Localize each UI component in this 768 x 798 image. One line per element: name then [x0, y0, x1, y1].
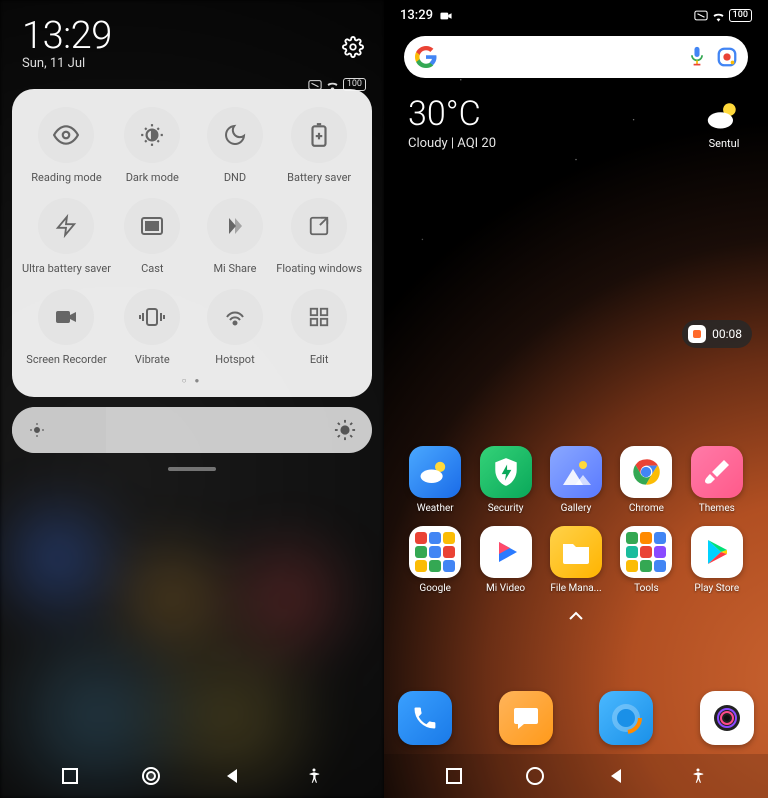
eye-icon [38, 107, 94, 163]
tile-floating-windows[interactable]: Floating windows [276, 198, 362, 275]
app-weather[interactable]: Weather [400, 446, 470, 514]
tile-vibrate[interactable]: Vibrate [111, 289, 194, 366]
tile-edit[interactable]: Edit [276, 289, 362, 366]
navigation-bar [0, 754, 384, 798]
status-time: 13:29 [400, 8, 433, 23]
tile-battery-saver[interactable]: Battery saver [276, 107, 362, 184]
app-chrome[interactable]: Chrome [611, 446, 681, 514]
tile-ultra-battery[interactable]: Ultra battery saver [22, 198, 111, 275]
dock-browser[interactable] [599, 691, 653, 745]
no-sim-icon [694, 10, 708, 21]
partly-cloudy-icon [706, 100, 742, 130]
nav-accessibility-button[interactable] [687, 765, 709, 787]
nav-back-button[interactable] [606, 765, 628, 787]
app-security[interactable]: Security [470, 446, 540, 514]
dock-camera[interactable] [700, 691, 754, 745]
moon-icon [207, 107, 263, 163]
window-icon [291, 198, 347, 254]
temperature: 30°C [408, 94, 744, 134]
quick-settings-panel: Reading mode Dark mode DND Battery saver… [12, 89, 372, 397]
voice-search-icon[interactable] [686, 46, 708, 68]
tile-mi-share[interactable]: Mi Share [194, 198, 277, 275]
wifi-icon [711, 10, 726, 22]
weather-widget[interactable]: 30°C Cloudy | AQI 20 Sentul [384, 78, 768, 151]
weather-location: Sentul [706, 100, 742, 150]
grid-icon [291, 289, 347, 345]
brightness-high-icon [334, 419, 356, 441]
tile-screen-recorder[interactable]: Screen Recorder [22, 289, 111, 366]
google-logo-icon [414, 45, 438, 69]
brush-icon [691, 446, 743, 498]
vibrate-icon [124, 289, 180, 345]
app-play-store[interactable]: Play Store [682, 526, 752, 594]
nav-recent-button[interactable] [59, 765, 81, 787]
app-tools-folder[interactable]: Tools [611, 526, 681, 594]
app-themes[interactable]: Themes [682, 446, 752, 514]
nav-accessibility-button[interactable] [303, 765, 325, 787]
bolt-icon [38, 198, 94, 254]
camcorder-icon [38, 289, 94, 345]
play-store-icon [691, 526, 743, 578]
app-file-manager[interactable]: File Mana... [541, 526, 611, 594]
google-lens-icon[interactable] [716, 46, 738, 68]
app-gallery[interactable]: Gallery [541, 446, 611, 514]
folder-icon [409, 526, 461, 578]
status-bar: 13:29 100 [384, 0, 768, 26]
nav-back-button[interactable] [222, 765, 244, 787]
weather-desc: Cloudy | AQI 20 [408, 136, 744, 151]
hotspot-icon [207, 289, 263, 345]
settings-gear-icon[interactable] [342, 36, 364, 62]
gallery-icon [550, 446, 602, 498]
dark-mode-icon [124, 107, 180, 163]
tile-cast[interactable]: Cast [111, 198, 194, 275]
shield-icon [480, 446, 532, 498]
chrome-icon [620, 446, 672, 498]
dock [384, 691, 768, 750]
tile-dnd[interactable]: DND [194, 107, 277, 184]
page-indicator[interactable]: ○ ● [22, 376, 362, 385]
stop-record-icon [688, 325, 706, 343]
dock-messages[interactable] [499, 691, 553, 745]
quick-settings-screen: 13:29 Sun, 11 Jul 100 Reading mode Dark … [0, 0, 384, 798]
cast-icon [124, 198, 180, 254]
clock-time[interactable]: 13:29 [22, 14, 362, 58]
nav-home-button[interactable] [140, 765, 162, 787]
rec-timer: 00:08 [712, 327, 742, 341]
nav-recent-button[interactable] [443, 765, 465, 787]
tile-reading-mode[interactable]: Reading mode [22, 107, 111, 184]
battery-icon: 100 [729, 9, 752, 22]
navigation-bar [384, 754, 768, 798]
brightness-fill [12, 407, 106, 453]
weather-app-icon [409, 446, 461, 498]
tile-dark-mode[interactable]: Dark mode [111, 107, 194, 184]
clock-date[interactable]: Sun, 11 Jul [22, 56, 362, 71]
battery-plus-icon [291, 107, 347, 163]
nav-home-button[interactable] [524, 765, 546, 787]
google-search-bar[interactable] [404, 36, 748, 78]
panel-handle[interactable] [168, 467, 216, 471]
app-mi-video[interactable]: Mi Video [470, 526, 540, 594]
brightness-low-icon [28, 421, 46, 439]
brightness-slider[interactable] [12, 407, 372, 453]
app-google-folder[interactable]: Google [400, 526, 470, 594]
home-screen: 13:29 100 30°C Cloudy | AQI 20 Sentul 00… [384, 0, 768, 798]
recording-indicator-icon [439, 11, 453, 21]
mi-share-icon [207, 198, 263, 254]
app-drawer-handle[interactable] [400, 606, 752, 625]
tile-hotspot[interactable]: Hotspot [194, 289, 277, 366]
folder-icon [620, 526, 672, 578]
qs-header: 13:29 Sun, 11 Jul 100 [0, 0, 384, 75]
play-icon [480, 526, 532, 578]
dock-phone[interactable] [398, 691, 452, 745]
app-grid: Weather Security Gallery Chrome Themes G… [384, 446, 768, 631]
folder-file-icon [550, 526, 602, 578]
screen-recorder-pill[interactable]: 00:08 [682, 320, 752, 348]
